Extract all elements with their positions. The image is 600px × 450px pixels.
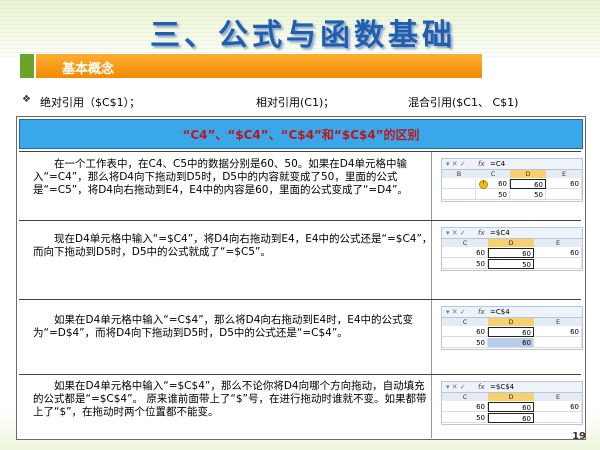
- diamond-bullet-icon: ❖: [22, 94, 31, 105]
- row-description: 如果在D4单元格中输入“=C$4”，那么将D4向右拖动到E4时，E4中的公式变为…: [33, 314, 414, 339]
- section-label: 基本概念: [62, 62, 115, 77]
- cell-selected: 60: [510, 179, 546, 189]
- cell: [534, 413, 582, 423]
- column-header: E: [534, 239, 582, 247]
- formula-bar: ▾ ✕ ✓ fx =$C4: [442, 228, 582, 239]
- row-divider: [431, 221, 432, 299]
- cell: 60: [534, 402, 582, 412]
- cell: 60: [534, 248, 582, 258]
- cell: [442, 179, 476, 189]
- warning-icon: !: [479, 180, 488, 189]
- cell-selected: 60: [488, 402, 534, 412]
- column-header: E: [534, 393, 582, 401]
- cell-highlighted: 60: [488, 338, 534, 348]
- formula-bar: ▾ ✕ ✓ fx =$C$4: [442, 382, 582, 393]
- relative-reference-text: 相对引用(C1)；: [256, 96, 335, 109]
- spreadsheet-preview: ▾ ✕ ✓ fx =C$4 C D E 60 60 60 50 60: [441, 306, 583, 350]
- fx-icon: fx: [478, 229, 485, 237]
- column-header: C: [476, 170, 511, 178]
- table-row: 在一个工作表中，在C4、C5中的数据分别是60、50。如果在D4单元格中输入“=…: [19, 151, 583, 220]
- table-row: 现在D4单元格中输入“=$C4”，将D4向右拖动到E4，E4中的公式还是“=$C…: [19, 220, 583, 299]
- cell: 50: [510, 190, 546, 200]
- formula-text: =C$4: [490, 308, 510, 316]
- section-accent: [20, 54, 34, 78]
- formula-bar-controls-icon: ▾ ✕ ✓: [446, 308, 466, 316]
- row-description: 如果在D4单元格中输入“=$C$4”，那么不论你将D4向哪个方向拖动，自动填充的…: [33, 380, 427, 418]
- cell: [534, 338, 582, 348]
- cell: 60: [534, 327, 582, 337]
- cell: 60: [442, 327, 488, 337]
- column-header-active: D: [488, 318, 535, 326]
- row-divider: [431, 300, 432, 374]
- reference-types-row: ❖ 绝对引用（$C$1）； 相对引用(C1)； 混合引用($C1、 C$1): [0, 94, 600, 110]
- cell-selected: 50: [488, 259, 534, 269]
- formula-bar: ▾ ✕ ✓ fx =C$4: [442, 307, 582, 318]
- fx-icon: fx: [478, 383, 485, 391]
- formula-text: =C4: [490, 160, 506, 168]
- formula-bar-controls-icon: ▾ ✕ ✓: [446, 160, 466, 168]
- cell: [442, 190, 476, 200]
- formula-text: =$C4: [490, 229, 510, 237]
- spreadsheet-preview: ▾ ✕ ✓ fx =$C4 C D E 60 60 60 50 50: [441, 227, 583, 271]
- formula-bar: ▾ ✕ ✓ fx =C4: [442, 159, 582, 170]
- cell: 50: [442, 413, 488, 423]
- fx-icon: fx: [478, 308, 485, 316]
- row-divider: [431, 152, 432, 220]
- row-description: 在一个工作表中，在C4、C5中的数据分别是60、50。如果在D4单元格中输入“=…: [33, 158, 408, 196]
- cell-selected: 60: [488, 248, 534, 258]
- cell: 50: [476, 190, 510, 200]
- column-header-active: D: [488, 239, 535, 247]
- cell: 60: [442, 248, 488, 258]
- row-divider: [431, 375, 432, 438]
- column-header: E: [546, 170, 582, 178]
- spreadsheet-preview: ▾ ✕ ✓ fx =C4 B C D E 60 ! 60 60 50 50: [441, 158, 583, 202]
- column-header-active: D: [510, 170, 547, 178]
- column-header: E: [534, 318, 582, 326]
- fx-icon: fx: [478, 160, 485, 168]
- page-number: 19: [572, 431, 586, 442]
- cell: 50: [442, 338, 488, 348]
- column-header: C: [442, 239, 489, 247]
- slide-title: 三、公式与函数基础: [150, 18, 456, 53]
- cell-selected: 60: [488, 413, 534, 423]
- cell: 60: [442, 402, 488, 412]
- comparison-table: “C4”、“$C4”、“C$4”和“$C$4”的区别 在一个工作表中，在C4、C…: [16, 116, 586, 440]
- column-header: B: [442, 170, 477, 178]
- absolute-reference-text: 绝对引用（$C$1）；: [40, 96, 141, 109]
- formula-text: =$C$4: [490, 383, 515, 391]
- spreadsheet-preview: ▾ ✕ ✓ fx =$C$4 C D E 60 60 60 50 60: [441, 381, 583, 425]
- cell: [546, 190, 582, 200]
- column-header: C: [442, 318, 489, 326]
- cell: 60: [546, 179, 582, 189]
- mixed-reference-text: 混合引用($C1、 C$1): [408, 96, 519, 109]
- cell: 50: [442, 259, 488, 269]
- cell-selected: 60: [488, 327, 534, 337]
- table-row: 如果在D4单元格中输入“=C$4”，那么将D4向右拖动到E4时，E4中的公式变为…: [19, 299, 583, 374]
- row-description: 现在D4单元格中输入“=$C4”，将D4向右拖动到E4，E4中的公式还是“=$C…: [33, 233, 433, 258]
- formula-bar-controls-icon: ▾ ✕ ✓: [446, 229, 466, 237]
- column-header-active: D: [488, 393, 535, 401]
- table-row: 如果在D4单元格中输入“=$C$4”，那么不论你将D4向哪个方向拖动，自动填充的…: [19, 374, 583, 438]
- table-header: “C4”、“$C4”、“C$4”和“$C$4”的区别: [19, 119, 583, 149]
- formula-bar-controls-icon: ▾ ✕ ✓: [446, 383, 466, 391]
- cell: [534, 259, 582, 269]
- column-header: C: [442, 393, 489, 401]
